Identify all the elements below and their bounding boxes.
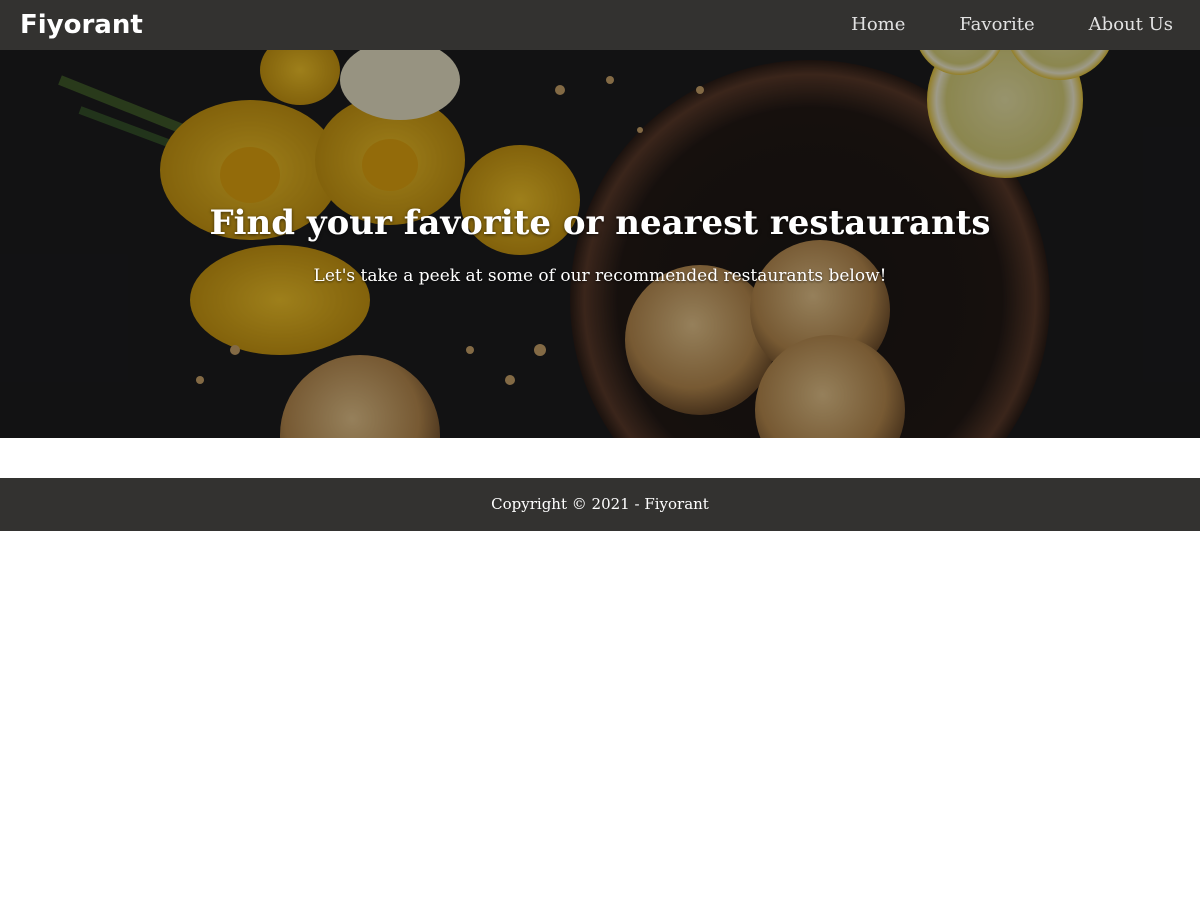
brand-logo[interactable]: Fiyorant <box>20 8 143 42</box>
hero-banner: Find your favorite or nearest restaurant… <box>0 50 1200 438</box>
nav-item-home: Home <box>824 0 932 50</box>
footer-copyright: Copyright © 2021 - Fiyorant <box>491 495 709 513</box>
nav-link-favorite[interactable]: Favorite <box>932 0 1061 50</box>
nav-link-about-us[interactable]: About Us <box>1062 0 1200 50</box>
navbar: Fiyorant Home Favorite About Us <box>0 0 1200 50</box>
nav-link-home[interactable]: Home <box>824 0 932 50</box>
hero-title: Find your favorite or nearest restaurant… <box>209 203 991 243</box>
nav-item-about-us: About Us <box>1062 0 1200 50</box>
hero-subtitle: Let's take a peek at some of our recomme… <box>313 266 887 286</box>
nav-item-favorite: Favorite <box>932 0 1061 50</box>
nav-menu: Home Favorite About Us <box>824 0 1200 50</box>
footer: Copyright © 2021 - Fiyorant <box>0 478 1200 531</box>
